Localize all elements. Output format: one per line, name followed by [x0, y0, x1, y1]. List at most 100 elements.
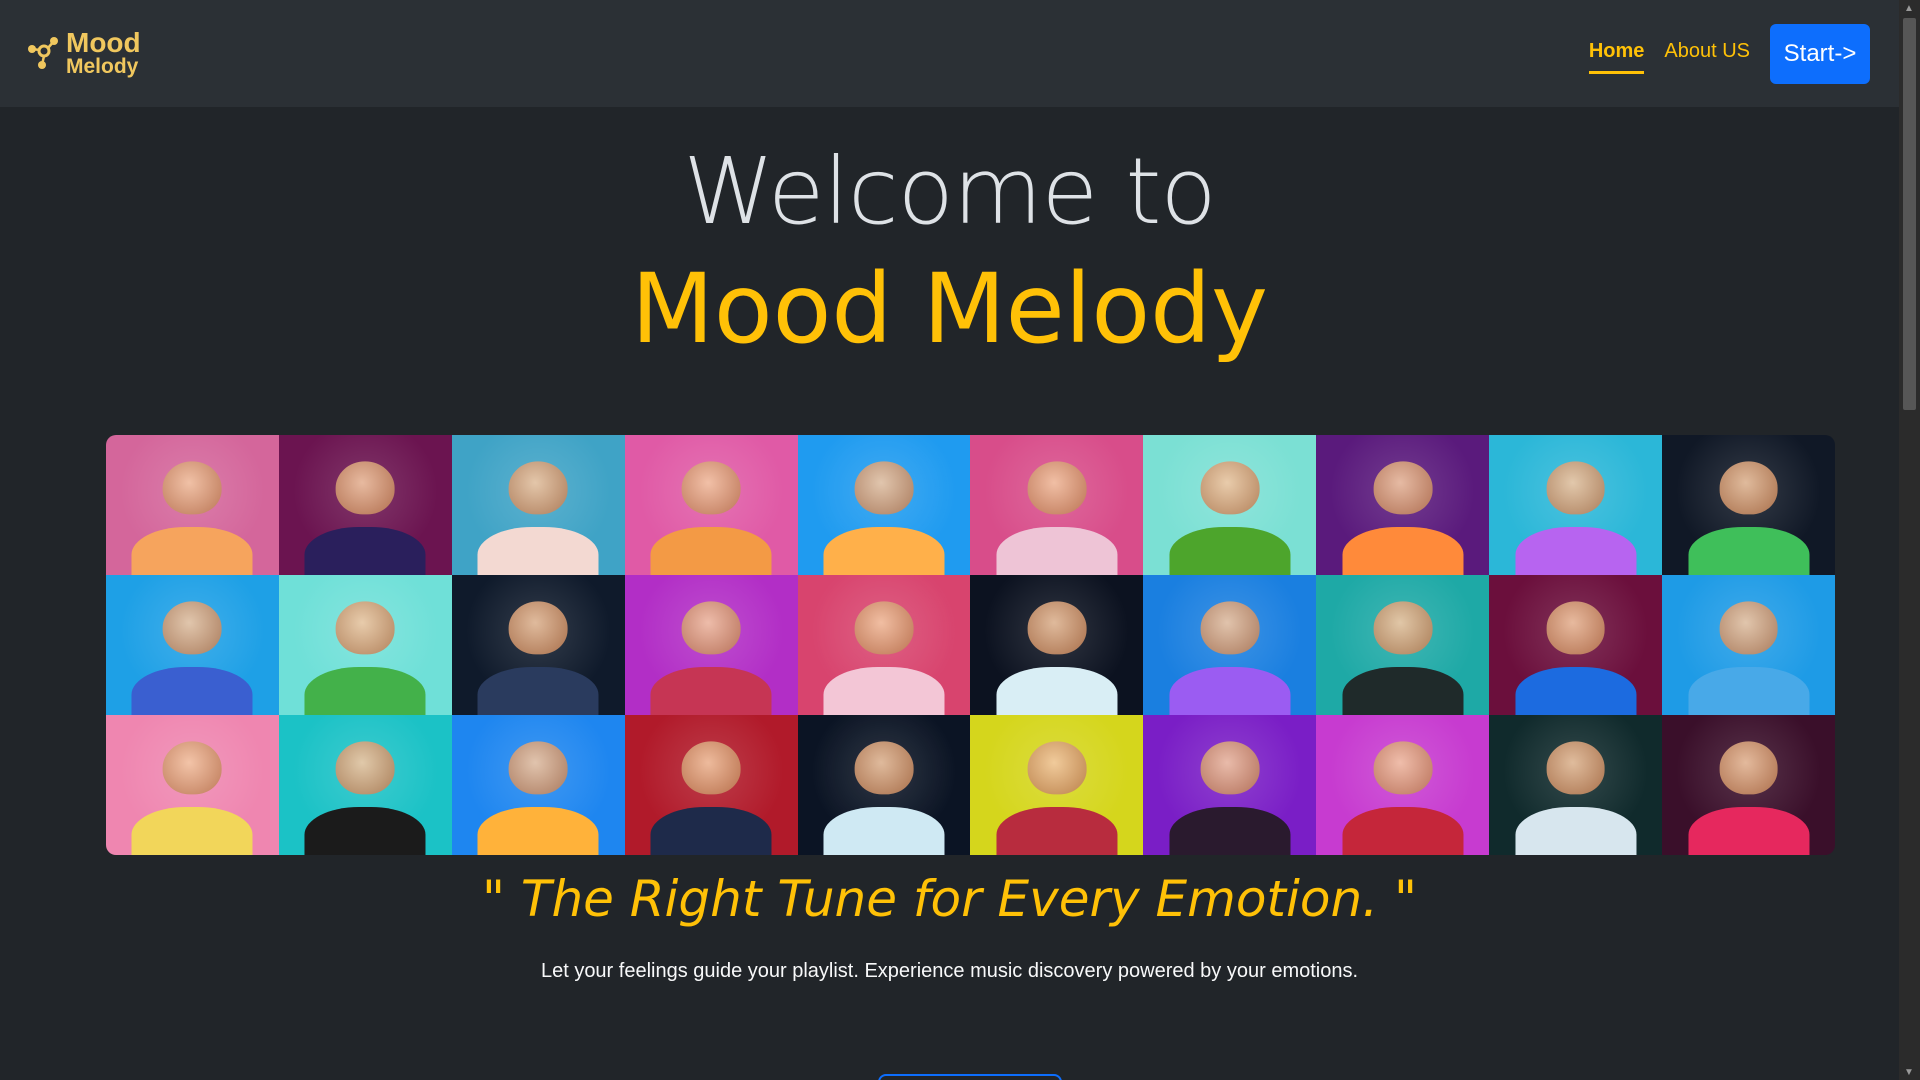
collage-photo-tile	[1489, 575, 1663, 715]
person-head-shape	[1027, 461, 1087, 515]
person-head-shape	[1546, 461, 1606, 515]
navbar: Mood Melody Home About US Start->	[0, 0, 1899, 107]
person-body-shape	[650, 807, 772, 855]
person-head-shape	[1200, 461, 1260, 515]
collage-photo-tile	[1316, 435, 1490, 575]
person-head-shape	[508, 461, 568, 515]
person-body-shape	[650, 527, 772, 575]
brand-text: Mood Melody	[66, 27, 141, 78]
person-body-shape	[1342, 527, 1464, 575]
person-body-shape	[650, 667, 772, 715]
person-body-shape	[131, 527, 253, 575]
person-head-shape	[335, 741, 395, 795]
collage-photo-tile	[1143, 435, 1317, 575]
hero-brand-text: Mood Melody	[631, 253, 1268, 365]
person-head-shape	[854, 461, 914, 515]
person-body-shape	[1515, 527, 1637, 575]
person-head-shape	[163, 461, 222, 515]
person-body-shape	[823, 667, 945, 715]
start-button[interactable]: Start->	[1770, 23, 1870, 84]
collage-photo-tile	[1662, 715, 1835, 855]
person-head-shape	[1200, 741, 1260, 795]
person-head-shape	[1027, 601, 1087, 655]
collage-photo-tile	[1316, 575, 1490, 715]
person-head-shape	[1546, 601, 1606, 655]
scroll-down-arrow-icon[interactable]: ▼	[1904, 1067, 1914, 1078]
person-head-shape	[508, 741, 568, 795]
collage-photo-tile	[451, 715, 625, 855]
collage-photo-tile	[624, 575, 798, 715]
person-head-shape	[681, 461, 741, 515]
nav-links: Home About US Start->	[1588, 23, 1870, 84]
scroll-up-arrow-icon[interactable]: ▲	[1904, 3, 1914, 14]
collage-photo-tile	[1489, 715, 1663, 855]
person-body-shape	[304, 807, 426, 855]
person-body-shape	[304, 527, 426, 575]
collage-photo-tile	[797, 575, 971, 715]
collage-photo-tile	[451, 435, 625, 575]
person-body-shape	[996, 807, 1118, 855]
collage-photo-tile	[451, 575, 625, 715]
person-head-shape	[1027, 741, 1087, 795]
collage-photo-tile	[797, 715, 971, 855]
hero-description: Let your feelings guide your playlist. E…	[540, 960, 1359, 982]
person-head-shape	[163, 741, 222, 795]
nav-link-about-us[interactable]: About US	[1664, 40, 1750, 74]
person-head-shape	[1719, 601, 1778, 655]
hero-heading: Welcome to Mood Melody	[0, 138, 1899, 365]
person-body-shape	[1342, 807, 1464, 855]
person-body-shape	[131, 807, 253, 855]
person-head-shape	[1373, 461, 1433, 515]
person-body-shape	[1169, 527, 1291, 575]
brand-name-line1: Mood	[66, 27, 141, 59]
nav-link-home[interactable]: Home	[1588, 40, 1645, 74]
tagline: " The Right Tune for Every Emotion. "	[482, 870, 1417, 928]
emotion-photo-collage	[106, 435, 1835, 855]
person-body-shape	[477, 667, 599, 715]
person-body-shape	[304, 667, 426, 715]
hero-welcome-text: Welcome to	[683, 138, 1216, 245]
person-head-shape	[854, 601, 914, 655]
person-body-shape	[996, 667, 1118, 715]
person-body-shape	[1169, 807, 1291, 855]
collage-photo-tile	[106, 715, 279, 855]
person-head-shape	[335, 461, 395, 515]
collage-photo-tile	[970, 715, 1144, 855]
scrollbar-thumb[interactable]	[1903, 18, 1916, 410]
person-head-shape	[681, 741, 741, 795]
person-body-shape	[477, 527, 599, 575]
collage-photo-tile	[624, 715, 798, 855]
collage-photo-tile	[278, 575, 452, 715]
molecule-logo-icon	[28, 36, 58, 69]
cta-button-partial[interactable]	[878, 1074, 1062, 1080]
person-body-shape	[1515, 807, 1637, 855]
collage-photo-tile	[970, 435, 1144, 575]
person-body-shape	[1688, 667, 1810, 715]
collage-photo-tile	[1662, 435, 1835, 575]
person-head-shape	[1719, 741, 1778, 795]
brand-name-line2: Melody	[66, 54, 139, 78]
person-head-shape	[335, 601, 395, 655]
collage-photo-tile	[278, 715, 452, 855]
collage-photo-tile	[797, 435, 971, 575]
collage-photo-tile	[624, 435, 798, 575]
person-head-shape	[1373, 601, 1433, 655]
page-scrollbar[interactable]: ▲ ▼	[1899, 0, 1920, 1080]
person-body-shape	[823, 527, 945, 575]
person-body-shape	[1515, 667, 1637, 715]
collage-photo-tile	[106, 435, 279, 575]
person-body-shape	[1688, 527, 1810, 575]
person-head-shape	[1546, 741, 1606, 795]
collage-photo-tile	[1489, 435, 1663, 575]
person-head-shape	[681, 601, 741, 655]
collage-photo-tile	[106, 575, 279, 715]
person-body-shape	[996, 527, 1118, 575]
collage-photo-tile	[1316, 715, 1490, 855]
person-body-shape	[477, 807, 599, 855]
person-head-shape	[854, 741, 914, 795]
person-body-shape	[1169, 667, 1291, 715]
person-body-shape	[131, 667, 253, 715]
brand-logo-link[interactable]: Mood Melody	[24, 27, 141, 78]
person-body-shape	[823, 807, 945, 855]
person-head-shape	[1719, 461, 1778, 515]
